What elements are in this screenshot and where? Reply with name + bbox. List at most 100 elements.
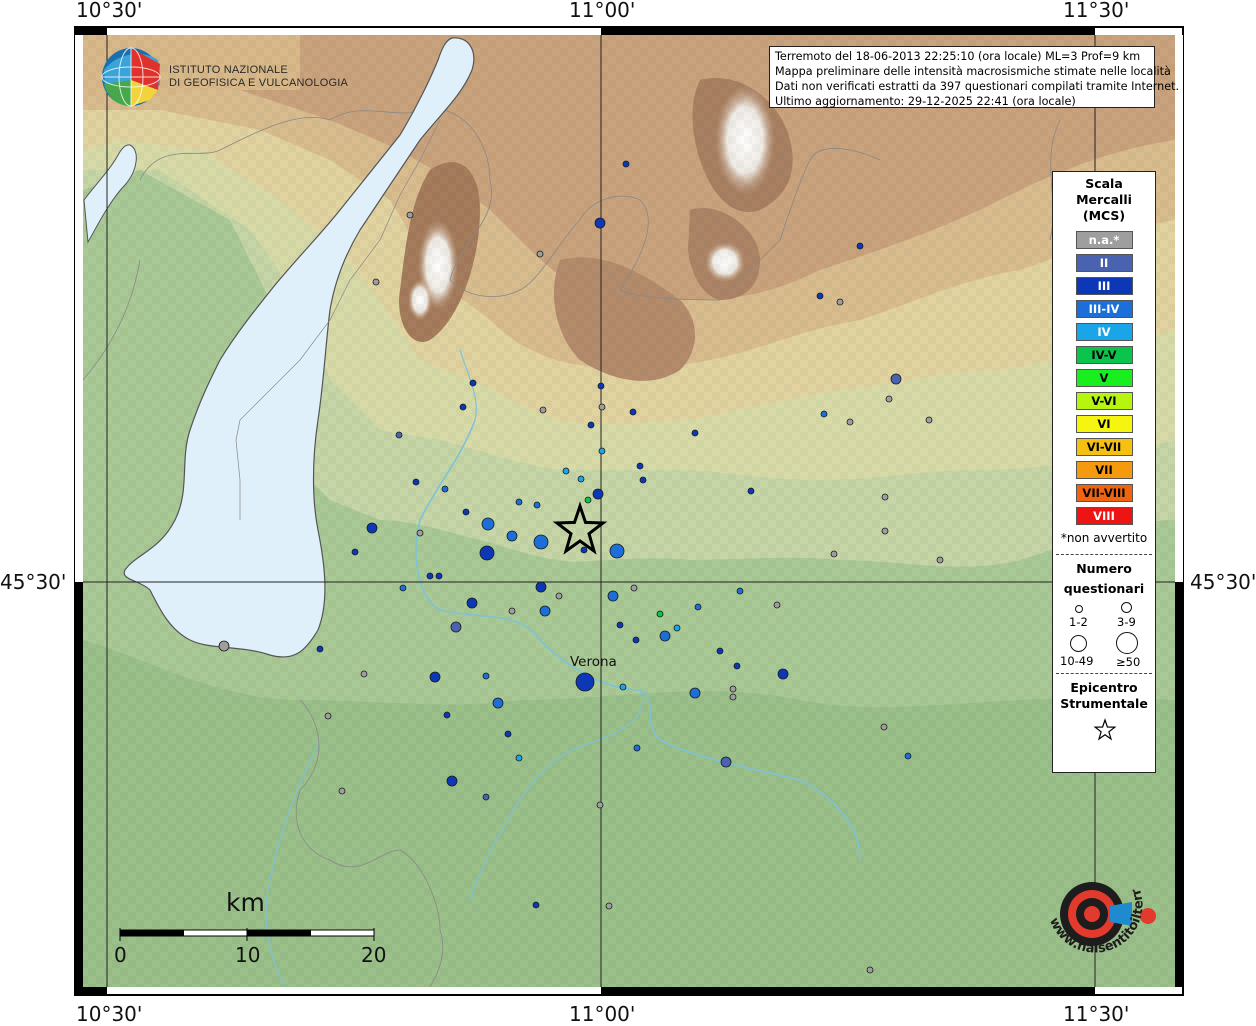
scale-swatch-iiiiv: III-IV bbox=[1075, 300, 1133, 318]
intensity-point bbox=[459, 403, 467, 411]
intensity-point bbox=[533, 501, 541, 509]
scale-bar-tick-10: 10 bbox=[235, 943, 261, 967]
intensity-point bbox=[462, 508, 470, 516]
intensity-point bbox=[450, 621, 462, 633]
epicenter-key bbox=[1053, 712, 1155, 742]
intensity-point bbox=[324, 712, 332, 720]
intensity-point bbox=[866, 966, 874, 974]
intensity-point bbox=[616, 621, 624, 629]
scale-swatch-ii: II bbox=[1075, 254, 1133, 272]
ingv-title: ISTITUTO NAZIONALE DI GEOFISICA E VULCAN… bbox=[169, 64, 348, 90]
coord-bottom-1030: 10°30' bbox=[76, 1002, 143, 1026]
intensity-point bbox=[580, 546, 588, 554]
size-label-50: ≥50 bbox=[1116, 655, 1141, 669]
epicenter-title-line-2: Strumentale bbox=[1060, 696, 1148, 711]
intensity-point bbox=[619, 683, 627, 691]
intensity-point bbox=[596, 801, 604, 809]
intensity-point bbox=[481, 517, 495, 531]
count-title: Numero questionari bbox=[1053, 559, 1155, 599]
intensity-point bbox=[406, 211, 414, 219]
intensity-point bbox=[218, 640, 230, 652]
intensity-point bbox=[885, 395, 893, 403]
intensity-point bbox=[720, 756, 732, 768]
intensity-point bbox=[587, 421, 595, 429]
size-label-1-2: 1-2 bbox=[1069, 615, 1088, 629]
intensity-point bbox=[539, 605, 551, 617]
epicenter-title-line-1: Epicentro bbox=[1070, 680, 1138, 695]
intensity-point bbox=[820, 410, 828, 418]
intensity-point bbox=[880, 723, 888, 731]
intensity-point bbox=[443, 711, 451, 719]
intensity-point bbox=[830, 550, 838, 558]
scale-swatch-iv: IV bbox=[1075, 323, 1133, 341]
intensity-point bbox=[360, 670, 368, 678]
intensity-point bbox=[856, 242, 864, 250]
intensity-point bbox=[773, 601, 781, 609]
legend-title-line-3: (MCS) bbox=[1082, 208, 1126, 223]
intensity-point bbox=[482, 672, 490, 680]
count-title-line-2: questionari bbox=[1063, 581, 1145, 596]
intensity-point bbox=[890, 373, 902, 385]
intensity-point bbox=[492, 697, 504, 709]
scale-swatch-viiviii: VII-VIII bbox=[1075, 484, 1133, 502]
intensity-point bbox=[733, 662, 741, 670]
size-label-10-49: 10-49 bbox=[1060, 654, 1094, 668]
event-info-line-2: Mappa preliminare delle intensità macros… bbox=[775, 65, 1171, 78]
ingv-line-2: DI GEOFISICA E VULCANOLOGIA bbox=[169, 77, 348, 89]
intensity-point bbox=[515, 498, 523, 506]
intensity-point bbox=[504, 730, 512, 738]
intensity-point bbox=[597, 382, 605, 390]
intensity-point bbox=[555, 592, 563, 600]
haisentito-badge: www.haisentitoilterremoto.it bbox=[1030, 850, 1156, 957]
legend-note: *non avvertito bbox=[1060, 531, 1148, 545]
intensity-point bbox=[729, 693, 737, 701]
legend-title-line-1: Scala bbox=[1085, 176, 1123, 191]
intensity-point bbox=[426, 572, 434, 580]
coord-left-4530: 45°30' bbox=[0, 570, 67, 594]
size-circle-50 bbox=[1116, 632, 1138, 654]
intensity-point bbox=[629, 408, 637, 416]
intensity-point bbox=[691, 429, 699, 437]
size-circle-10-49 bbox=[1070, 635, 1087, 652]
intensity-point bbox=[366, 522, 378, 534]
intensity-point bbox=[536, 250, 544, 258]
intensity-point bbox=[469, 379, 477, 387]
size-circle-1-2 bbox=[1075, 605, 1083, 613]
legend: Scala Mercalli (MCS) n.a.* II III III-IV IV I… bbox=[1052, 171, 1156, 773]
intensity-point bbox=[535, 581, 547, 593]
size-circle-3-9 bbox=[1121, 602, 1132, 613]
intensity-point bbox=[633, 744, 641, 752]
coord-bottom-1130: 11°30' bbox=[1063, 1002, 1130, 1026]
epicenter-title: Epicentro Strumentale bbox=[1053, 680, 1155, 712]
intensity-point bbox=[508, 607, 516, 615]
intensity-point bbox=[482, 793, 490, 801]
city-label-verona: Verona bbox=[570, 654, 617, 670]
count-size-key: 1-2 3-9 10-49 ≥50 bbox=[1053, 599, 1155, 669]
intensity-point bbox=[598, 447, 606, 455]
intensity-point bbox=[416, 529, 424, 537]
event-info-line-3: Dati non verificati estratti da 397 ques… bbox=[775, 80, 1180, 93]
intensity-point bbox=[435, 572, 443, 580]
intensity-point bbox=[673, 624, 681, 632]
scale-bar-tick-0: 0 bbox=[114, 943, 127, 967]
legend-separator bbox=[1056, 554, 1152, 555]
intensity-point bbox=[816, 292, 824, 300]
intensity-point bbox=[630, 584, 638, 592]
intensity-point bbox=[441, 485, 449, 493]
intensity-point bbox=[881, 493, 889, 501]
intensity-point bbox=[659, 630, 671, 642]
coord-top-1100: 11°00' bbox=[569, 0, 636, 22]
intensity-point bbox=[607, 590, 619, 602]
intensity-point bbox=[636, 462, 644, 470]
intensity-point bbox=[429, 671, 441, 683]
ingv-line-1: ISTITUTO NAZIONALE bbox=[169, 64, 288, 76]
scale-swatch-v: V bbox=[1075, 369, 1133, 387]
event-info-line-4: Ultimo aggiornamento: 29-12-2025 22:41 (… bbox=[775, 95, 1076, 108]
intensity-point bbox=[479, 545, 495, 561]
intensity-point bbox=[656, 610, 664, 618]
intensity-point bbox=[736, 587, 744, 595]
event-info-line-1: Terremoto del 18-06-2013 22:25:10 (ora l… bbox=[775, 50, 1141, 63]
intensity-point bbox=[936, 556, 944, 564]
intensity-point bbox=[399, 584, 407, 592]
intensity-point bbox=[729, 685, 737, 693]
